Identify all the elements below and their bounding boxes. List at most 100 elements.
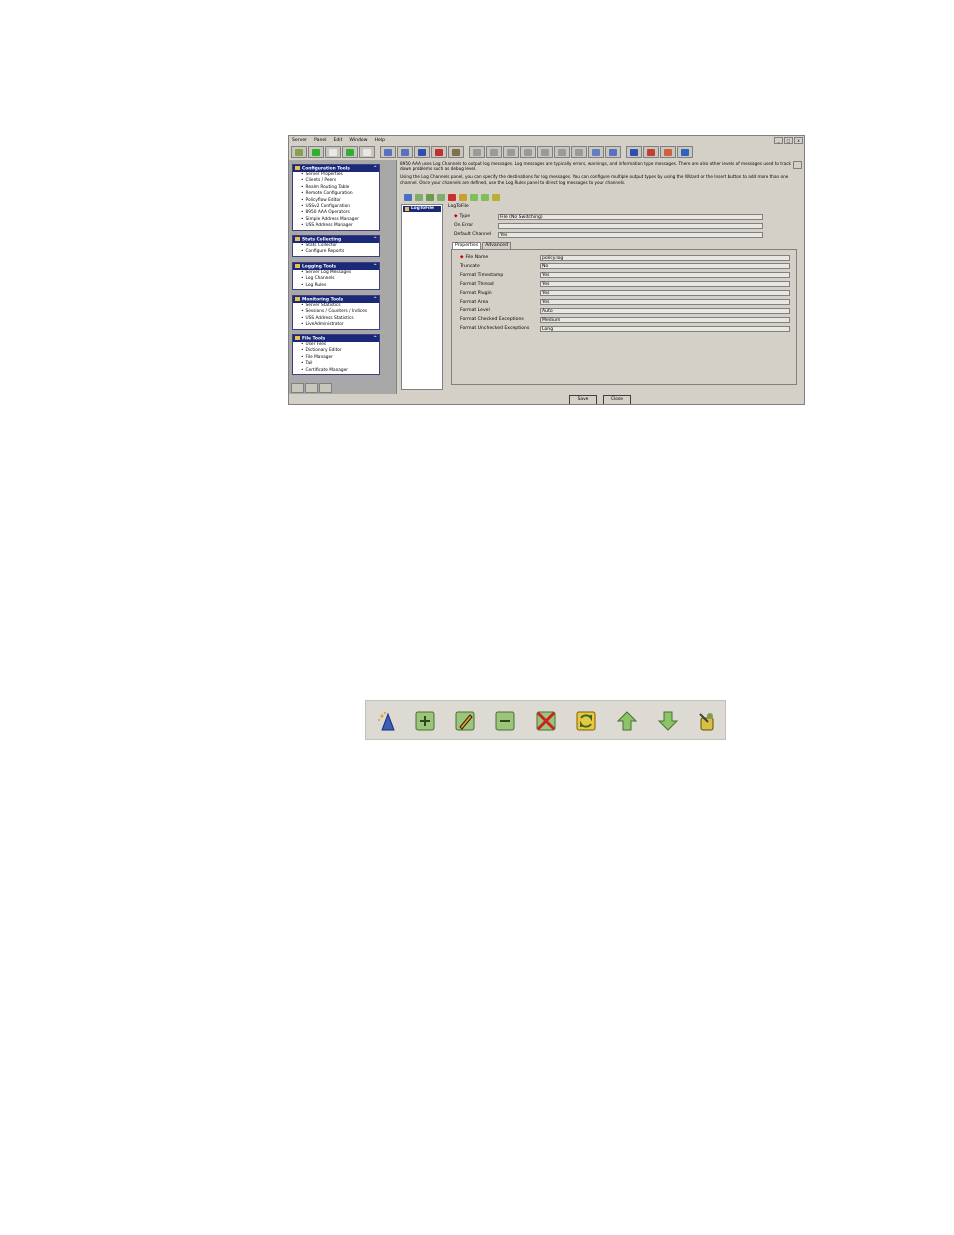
detail-tabs: Properties Advanced bbox=[452, 242, 512, 249]
sidebar-bottom-buttons bbox=[291, 383, 332, 393]
key-icon-button[interactable] bbox=[571, 146, 587, 158]
property-label: Truncate bbox=[460, 263, 480, 269]
save-icon-button[interactable] bbox=[380, 146, 396, 158]
collapse-icon[interactable]: ^ bbox=[373, 336, 377, 341]
property-value-field[interactable]: No bbox=[540, 263, 790, 270]
edit-icon-button[interactable] bbox=[588, 146, 604, 158]
edit-icon[interactable] bbox=[454, 710, 476, 732]
menu-edit[interactable]: Edit bbox=[333, 138, 342, 143]
move-down-icon[interactable] bbox=[481, 194, 489, 201]
replace-icon[interactable] bbox=[459, 194, 467, 201]
folder-icon bbox=[295, 165, 300, 170]
property-row: Format Plugin Yes bbox=[460, 290, 790, 297]
sidebar-item[interactable]: USS Address Manager bbox=[293, 223, 379, 229]
expand-icon[interactable] bbox=[305, 383, 318, 393]
copy-icon-button[interactable] bbox=[503, 146, 519, 158]
menu-window[interactable]: Window bbox=[349, 138, 367, 143]
close-window-button[interactable]: x bbox=[794, 137, 803, 144]
blank-icon-button[interactable] bbox=[359, 146, 375, 158]
move-up-icon[interactable] bbox=[616, 710, 638, 732]
green-light-icon-button[interactable] bbox=[342, 146, 358, 158]
connect-icon bbox=[295, 148, 303, 156]
move-up-icon[interactable] bbox=[470, 194, 478, 201]
scroll-up-button[interactable] bbox=[793, 161, 802, 169]
property-value-field[interactable]: Yes bbox=[540, 281, 790, 288]
insert-icon[interactable] bbox=[415, 194, 423, 201]
sidebar-item[interactable]: Configure Reports bbox=[293, 249, 379, 255]
property-value-field[interactable]: Yes bbox=[540, 290, 790, 297]
monitor-icon-button[interactable] bbox=[605, 146, 621, 158]
test-icon[interactable] bbox=[696, 710, 718, 732]
on-error-field[interactable] bbox=[498, 222, 763, 229]
network-icon[interactable] bbox=[319, 383, 332, 393]
tool-group-header[interactable]: Logging Tools ^ bbox=[293, 263, 379, 270]
sidebar-item[interactable]: Sessions / Counters / Indices bbox=[293, 309, 379, 315]
blank-icon-button[interactable] bbox=[325, 146, 341, 158]
green-light-icon bbox=[312, 148, 320, 156]
info-icon-button[interactable] bbox=[677, 146, 693, 158]
move-down-icon[interactable] bbox=[657, 710, 679, 732]
tool-group-title: Configuration Tools bbox=[302, 166, 350, 172]
remove-icon[interactable] bbox=[494, 710, 516, 732]
green-light-icon-button[interactable] bbox=[308, 146, 324, 158]
delete-icon[interactable] bbox=[535, 710, 557, 732]
channel-detail-title: LogToFile bbox=[448, 204, 469, 209]
channel-item[interactable]: LogToFile bbox=[403, 206, 441, 212]
connect-icon-button[interactable] bbox=[291, 146, 307, 158]
tool-group-header[interactable]: Monitoring Tools ^ bbox=[293, 296, 379, 303]
minimize-button[interactable]: _ bbox=[774, 137, 783, 144]
property-value-field[interactable]: Medium bbox=[540, 316, 790, 323]
default-channel-select[interactable]: Yes bbox=[498, 231, 763, 238]
collapse-icon[interactable]: ^ bbox=[373, 166, 377, 171]
refresh-icon-button[interactable] bbox=[414, 146, 430, 158]
delete-icon[interactable] bbox=[448, 194, 456, 201]
print-icon-button[interactable] bbox=[448, 146, 464, 158]
property-value-field[interactable]: Yes bbox=[540, 272, 790, 279]
menu-server[interactable]: Server bbox=[292, 138, 307, 143]
insert-icon[interactable] bbox=[414, 710, 436, 732]
property-row: Format Timestamp Yes bbox=[460, 272, 790, 279]
sidebar-item[interactable]: Log Rules bbox=[293, 283, 379, 289]
property-value-field[interactable]: Long bbox=[540, 325, 790, 332]
close-button[interactable]: Close bbox=[603, 395, 631, 404]
tool-group-header[interactable]: Configuration Tools ^ bbox=[293, 165, 379, 172]
help-icon-button[interactable] bbox=[626, 146, 642, 158]
tool-group: Configuration Tools^Server PropertiesCli… bbox=[292, 164, 380, 231]
edit-icon[interactable] bbox=[426, 194, 434, 201]
collapse-icon[interactable]: ^ bbox=[373, 264, 377, 269]
find-icon-button[interactable] bbox=[537, 146, 553, 158]
test-icon[interactable] bbox=[492, 194, 500, 201]
save-icon bbox=[384, 148, 392, 156]
wizard-icon[interactable] bbox=[404, 194, 412, 201]
paste-icon-button[interactable] bbox=[520, 146, 536, 158]
settings-icon-button[interactable] bbox=[660, 146, 676, 158]
property-row: Format Area Yes bbox=[460, 299, 790, 306]
tab-advanced[interactable]: Advanced bbox=[482, 242, 511, 249]
save-all-icon-button[interactable] bbox=[397, 146, 413, 158]
remove-icon[interactable] bbox=[437, 194, 445, 201]
replace-icon[interactable] bbox=[575, 710, 597, 732]
sidebar-item[interactable]: LiveAdministrator bbox=[293, 322, 379, 328]
save-button[interactable]: Save bbox=[569, 395, 597, 404]
wizard-icon[interactable] bbox=[376, 710, 398, 732]
property-value-field[interactable]: policy.log bbox=[540, 254, 790, 261]
property-value-field[interactable]: Yes bbox=[540, 299, 790, 305]
type-select[interactable]: File (No Switching) bbox=[498, 213, 763, 220]
menu-help[interactable]: Help bbox=[375, 138, 385, 143]
tool-group-header[interactable]: File Tools ^ bbox=[293, 335, 379, 342]
restore-button[interactable]: □ bbox=[784, 137, 793, 144]
delete-icon-button[interactable] bbox=[431, 146, 447, 158]
tool-group-header[interactable]: Stats Collecting ^ bbox=[293, 236, 379, 243]
menu-bar: Server Panel Edit Window Help bbox=[289, 136, 804, 144]
tab-properties[interactable]: Properties bbox=[452, 242, 482, 249]
menu-panel[interactable]: Panel bbox=[314, 138, 326, 143]
sync-icon-button[interactable] bbox=[469, 146, 485, 158]
home-icon[interactable] bbox=[291, 383, 304, 393]
collapse-icon[interactable]: ^ bbox=[373, 297, 377, 302]
collapse-icon[interactable]: ^ bbox=[373, 237, 377, 242]
sidebar-item[interactable]: Certificate Manager bbox=[293, 368, 379, 374]
tools-icon-button[interactable] bbox=[643, 146, 659, 158]
cut-icon-button[interactable] bbox=[486, 146, 502, 158]
property-value-field[interactable]: Auto bbox=[540, 307, 790, 314]
find-next-icon-button[interactable] bbox=[554, 146, 570, 158]
